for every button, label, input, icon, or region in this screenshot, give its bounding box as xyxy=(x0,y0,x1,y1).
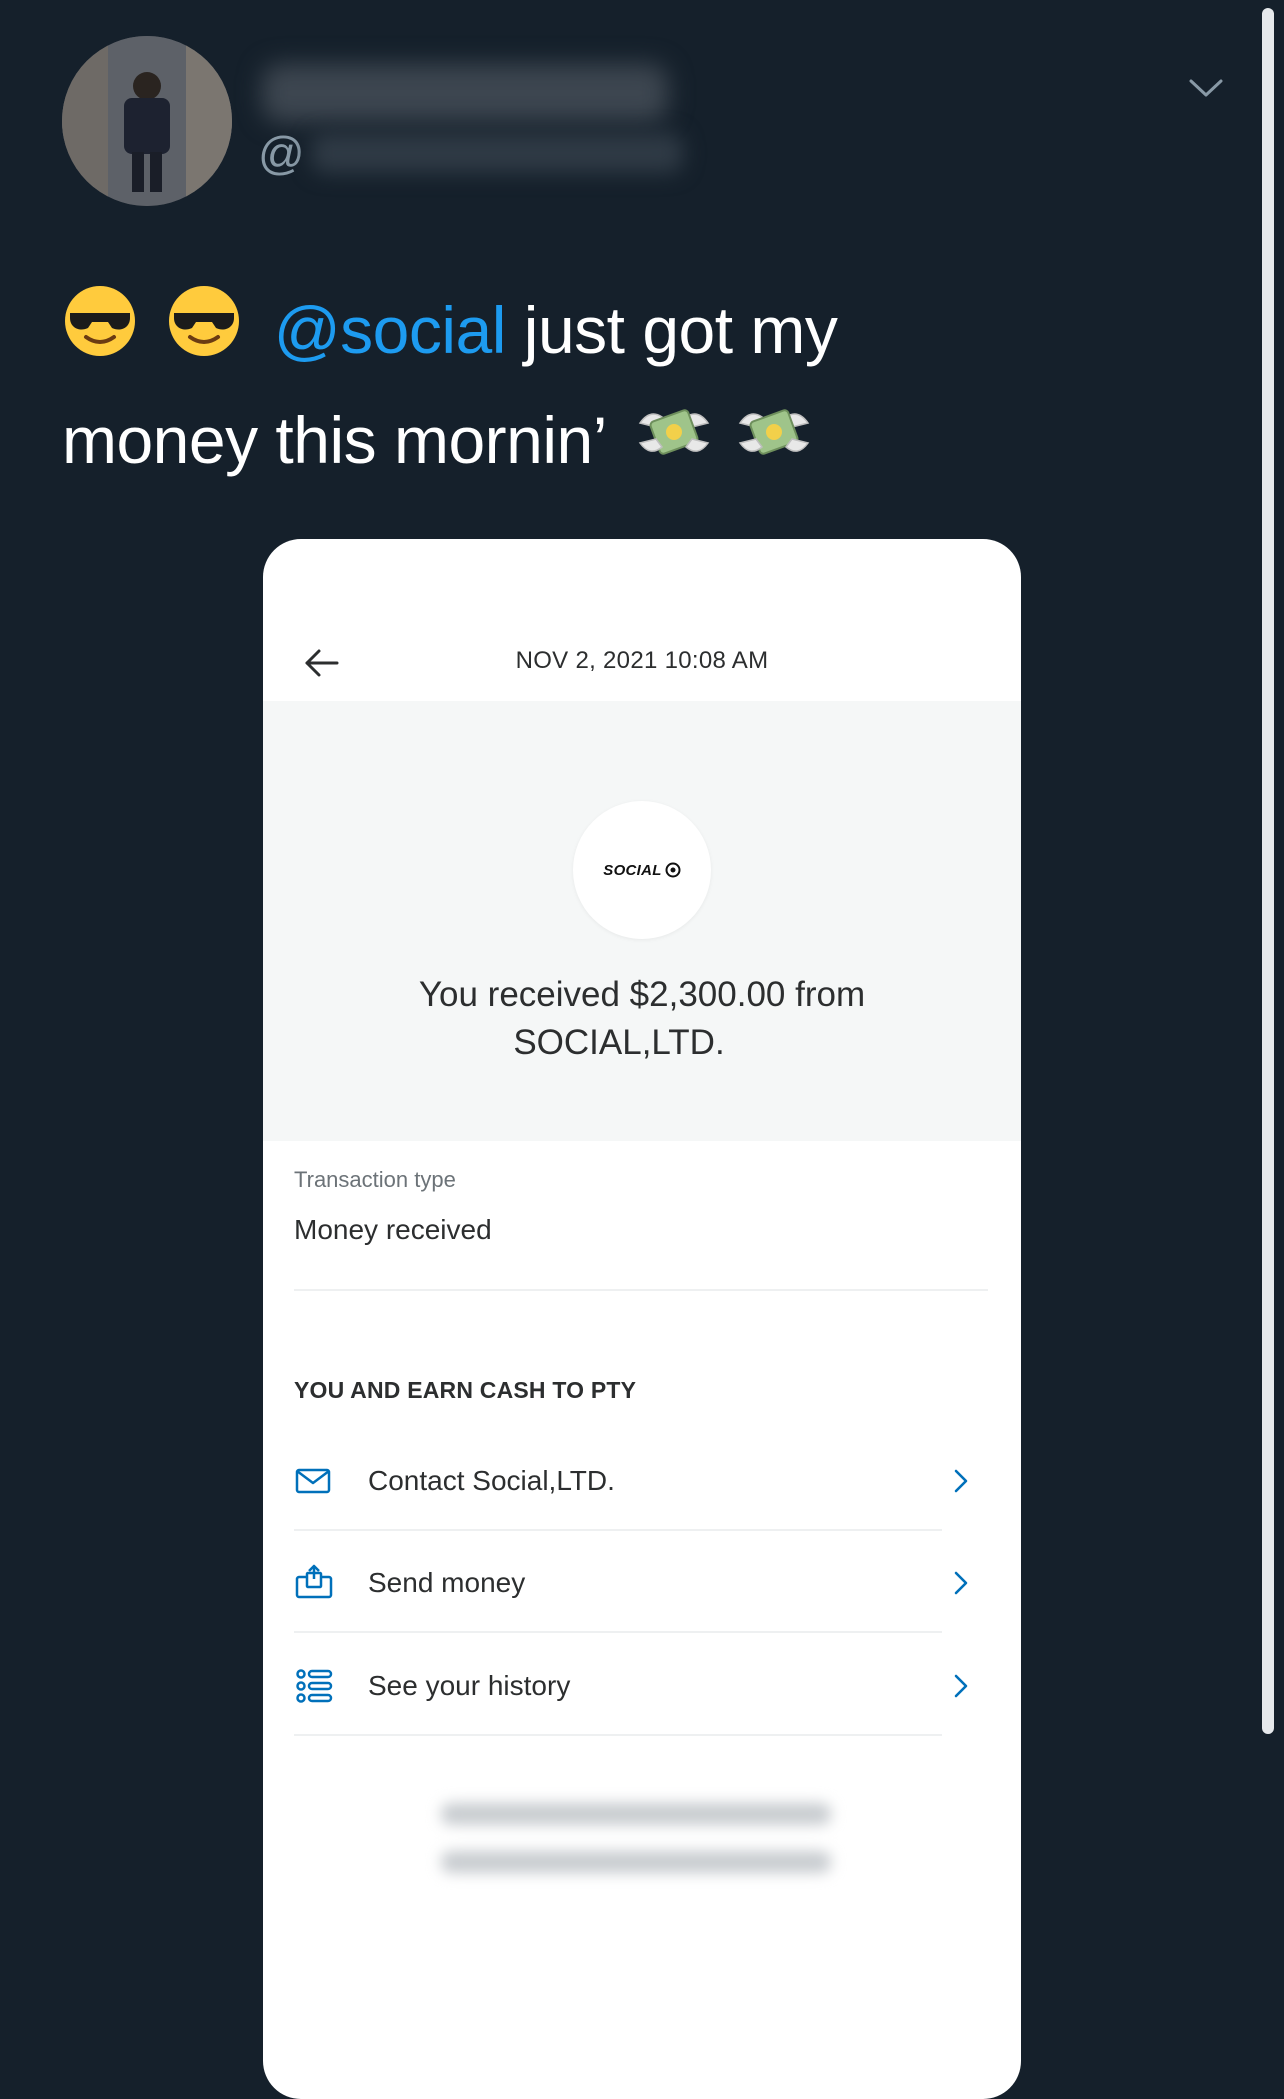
send-money-icon xyxy=(295,1564,333,1599)
tweet-text-part1: just got my xyxy=(523,293,838,367)
send-money-row[interactable]: Send money xyxy=(294,1533,974,1633)
tweet-text-part2: money this mornin’ xyxy=(62,403,605,478)
contact-row[interactable]: Contact Social,LTD. xyxy=(294,1431,974,1531)
transaction-summary: SOCIAL You received $2,300.00 from SOCIA… xyxy=(263,701,1021,1141)
section-heading: YOU AND EARN CASH TO PTY xyxy=(294,1377,637,1403)
history-list-icon xyxy=(296,1669,333,1703)
contact-label: Contact Social,LTD. xyxy=(368,1465,615,1496)
transaction-type-value: Money received xyxy=(294,1214,492,1245)
avatar-image xyxy=(62,36,232,206)
transaction-id-redacted xyxy=(441,1803,831,1825)
chevron-down-icon[interactable] xyxy=(1186,68,1226,108)
sunglasses-emoji-icon xyxy=(62,283,138,388)
logo-text: SOCIAL xyxy=(603,861,662,879)
chevron-right-icon xyxy=(954,1674,968,1698)
row-divider xyxy=(294,1529,942,1531)
send-money-label: Send money xyxy=(368,1567,526,1598)
transaction-time-redacted xyxy=(441,1851,831,1873)
scrollbar[interactable] xyxy=(1262,8,1274,1734)
transaction-date: NOV 2, 2021 10:08 AM xyxy=(515,647,769,674)
handle-at-sign: @ xyxy=(258,127,305,179)
received-line2: SOCIAL,LTD. xyxy=(513,1023,725,1062)
history-row[interactable]: See your history xyxy=(294,1636,974,1736)
handle: @ xyxy=(258,127,683,179)
mail-icon xyxy=(295,1468,331,1494)
money-with-wings-emoji-icon xyxy=(736,393,812,498)
received-amount-text: You received $2,300.00 from SOCIAL,LTD. xyxy=(323,971,961,1067)
money-with-wings-emoji-icon xyxy=(636,393,712,498)
transaction-type-label: Transaction type xyxy=(294,1167,456,1192)
logo-mark-icon xyxy=(665,862,681,878)
chevron-right-icon xyxy=(954,1571,968,1595)
row-divider xyxy=(294,1631,942,1633)
merchant-logo: SOCIAL xyxy=(573,801,711,939)
mention-link[interactable]: @social xyxy=(274,293,507,367)
received-line1: You received $2,300.00 from xyxy=(418,975,866,1014)
sunglasses-emoji-icon xyxy=(166,283,242,388)
tweet-image-card[interactable]: NOV 2, 2021 10:08 AM SOCIAL You received… xyxy=(263,539,1021,2099)
history-label: See your history xyxy=(368,1670,571,1701)
tweet-text: @social just got my money this mornin’ xyxy=(62,278,1142,498)
avatar[interactable] xyxy=(62,36,232,206)
display-name-redacted xyxy=(262,64,668,122)
divider xyxy=(294,1289,988,1291)
row-divider xyxy=(294,1734,942,1736)
chevron-right-icon xyxy=(954,1469,968,1493)
logo: SOCIAL xyxy=(603,861,681,879)
handle-redacted xyxy=(310,133,683,173)
